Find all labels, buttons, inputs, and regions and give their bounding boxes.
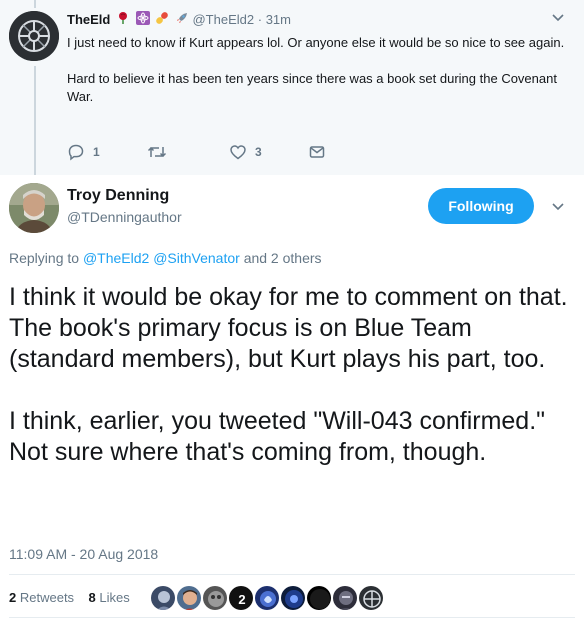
avatar-logo-icon bbox=[9, 11, 59, 61]
liker-avatar[interactable]: 2 bbox=[228, 585, 254, 611]
retweets-count: 2 bbox=[9, 590, 17, 605]
liker-badge: 2 bbox=[238, 592, 245, 607]
tweet-paragraph: I think, earlier, you tweeted "Will-043 … bbox=[9, 407, 546, 466]
liker-avatars: 2 bbox=[150, 585, 390, 611]
like-count: 3 bbox=[255, 145, 262, 159]
chevron-down-icon[interactable] bbox=[551, 13, 565, 23]
avatar[interactable] bbox=[9, 11, 59, 61]
tweet-stats: 2 Retweets 8 Likes bbox=[9, 588, 130, 608]
chevron-down-icon[interactable] bbox=[551, 202, 565, 212]
liker-avatar[interactable] bbox=[332, 585, 358, 611]
retweet-icon bbox=[147, 146, 167, 158]
likes-stat[interactable]: 8 Likes bbox=[89, 590, 130, 605]
retweet-button[interactable] bbox=[147, 142, 175, 162]
rocket-emoji-icon bbox=[175, 11, 189, 30]
others-link[interactable]: and 2 others bbox=[244, 250, 322, 266]
tweet-paragraph: I think it would be okay for me to comme… bbox=[9, 283, 568, 373]
replying-to-label: Replying to bbox=[9, 250, 80, 266]
profile-photo-icon bbox=[9, 183, 59, 233]
tweet-text: I think it would be okay for me to comme… bbox=[9, 282, 575, 468]
following-button[interactable]: Following bbox=[428, 188, 534, 224]
thread-line bbox=[34, 66, 36, 175]
retweets-label: Retweets bbox=[19, 590, 75, 605]
tweet-paragraph: Hard to believe it has been ten years si… bbox=[67, 71, 557, 104]
tweet-timestamp[interactable]: 11:09 AM - 20 Aug 2018 bbox=[9, 545, 158, 563]
mention-link[interactable]: @TheEld2 bbox=[83, 250, 149, 266]
liker-avatar[interactable] bbox=[280, 585, 306, 611]
parent-tweet[interactable]: TheEld @TheEld2 · 31m I just need to kno… bbox=[0, 0, 584, 175]
reply-count: 1 bbox=[93, 145, 100, 159]
replying-to: Replying to @TheEld2 @SithVenator and 2 … bbox=[9, 249, 322, 267]
liker-avatar[interactable] bbox=[202, 585, 228, 611]
liker-avatar[interactable] bbox=[176, 585, 202, 611]
separator-dot: · bbox=[257, 12, 263, 27]
pill-emoji-icon bbox=[155, 11, 169, 30]
divider bbox=[9, 574, 575, 575]
like-button[interactable]: 3 bbox=[229, 142, 262, 162]
retweets-stat[interactable]: 2 Retweets bbox=[9, 590, 74, 605]
liker-avatar[interactable] bbox=[306, 585, 332, 611]
display-name[interactable]: Troy Denning bbox=[67, 186, 169, 206]
heart-icon bbox=[230, 145, 246, 160]
display-name[interactable]: TheEld bbox=[67, 12, 110, 27]
parent-tweet-text: I just need to know if Kurt appears lol.… bbox=[67, 34, 567, 106]
liker-avatar[interactable] bbox=[254, 585, 280, 611]
liker-avatar[interactable] bbox=[358, 585, 384, 611]
tweet-actions: 1 3 bbox=[67, 142, 367, 162]
tweet-paragraph: I just need to know if Kurt appears lol.… bbox=[67, 35, 565, 50]
likes-label: Likes bbox=[99, 590, 130, 605]
likes-count: 8 bbox=[88, 590, 96, 605]
thread-line bbox=[34, 0, 36, 8]
handle[interactable]: @TDenningauthor bbox=[67, 208, 182, 226]
atom-emoji-icon bbox=[135, 11, 150, 30]
liker-avatar[interactable] bbox=[150, 585, 176, 611]
mention-link[interactable]: @SithVenator bbox=[153, 250, 240, 266]
reply-button[interactable]: 1 bbox=[67, 142, 100, 162]
direct-message-button[interactable] bbox=[308, 142, 326, 162]
envelope-icon bbox=[309, 146, 325, 158]
parent-tweet-header: TheEld @TheEld2 · 31m bbox=[67, 11, 291, 30]
handle[interactable]: @TheEld2 bbox=[192, 12, 254, 27]
tweet-time[interactable]: 31m bbox=[266, 12, 291, 27]
rose-emoji-icon bbox=[116, 11, 130, 30]
reply-icon bbox=[68, 144, 84, 161]
avatar[interactable] bbox=[9, 183, 59, 233]
